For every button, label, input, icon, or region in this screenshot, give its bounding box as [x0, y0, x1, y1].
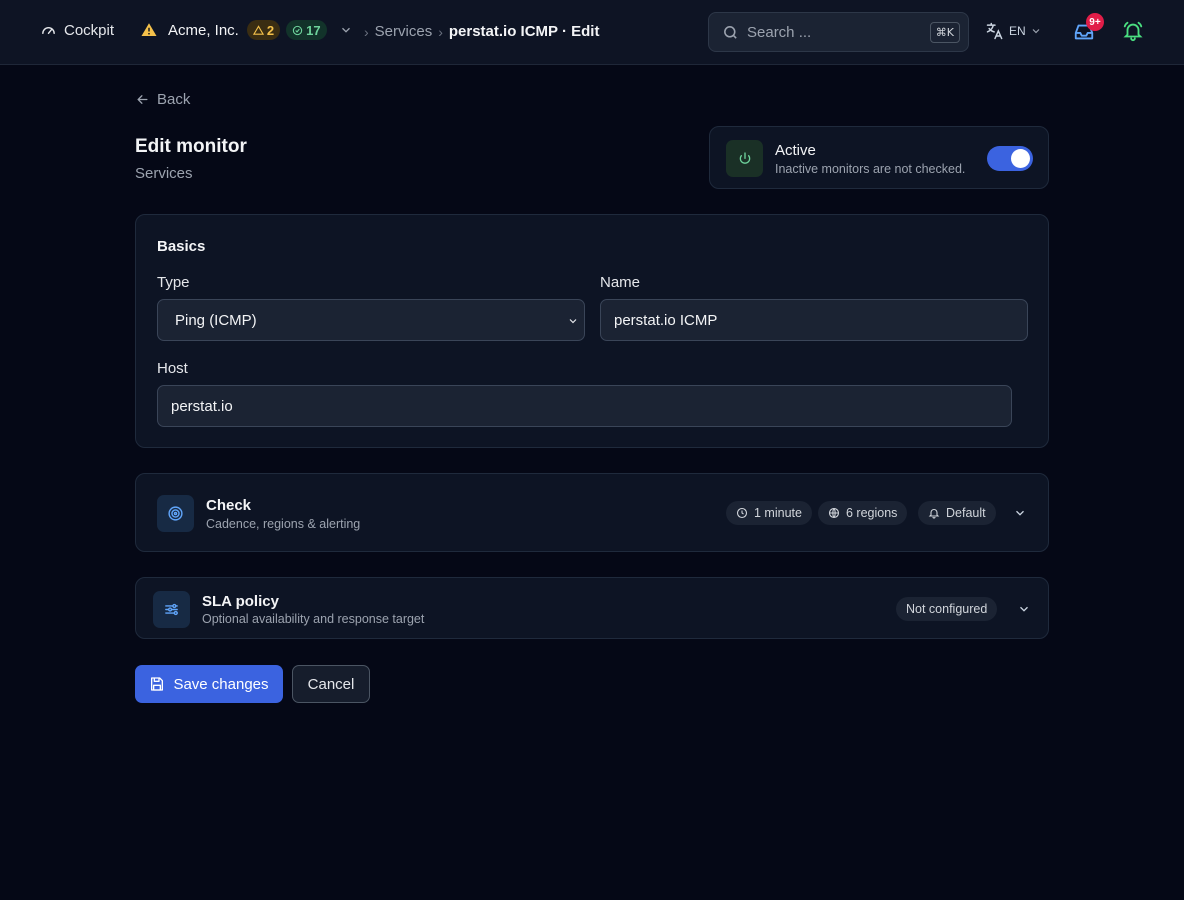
host-input[interactable]: perstat.io: [157, 385, 1012, 427]
top-bar: Cockpit Acme, Inc. 2 17 › Services › per…: [0, 0, 1184, 65]
chevron-down-icon[interactable]: [1013, 506, 1027, 520]
page-subtitle: Services: [135, 165, 193, 182]
sla-section[interactable]: SLA policy Optional availability and res…: [135, 577, 1049, 639]
ok-count-badge: 17: [286, 20, 327, 40]
ok-count: 17: [306, 22, 321, 38]
alert-triangle-icon: [252, 24, 264, 35]
name-input[interactable]: perstat.io ICMP: [600, 299, 1028, 341]
inbox-badge: 9+: [1086, 13, 1104, 31]
check-icon-box: [157, 495, 194, 532]
search-shortcut: ⌘K: [929, 22, 960, 43]
arrow-left-icon: [137, 95, 148, 104]
globe-icon: [828, 507, 840, 519]
sliders-icon: [165, 603, 178, 616]
org-name: Acme, Inc.: [168, 21, 239, 39]
name-label: Name: [600, 274, 641, 291]
translate-icon: [986, 22, 1003, 40]
cancel-button[interactable]: Cancel: [292, 665, 370, 703]
host-input-value: perstat.io: [171, 397, 233, 415]
search-placeholder: Search ...: [747, 23, 812, 41]
interval-chip: 1 minute: [726, 501, 812, 525]
cancel-label: Cancel: [307, 675, 355, 693]
chevron-down-icon: [569, 319, 577, 324]
chevron-down-icon[interactable]: [1017, 602, 1031, 616]
brand-name: Cockpit: [64, 22, 115, 39]
radar-icon: [168, 506, 183, 521]
sla-icon-box: [153, 591, 190, 628]
bell-icon: [928, 509, 940, 519]
back-link[interactable]: Back: [135, 91, 190, 108]
language-code: EN: [1009, 24, 1026, 38]
chevron-down-icon: [1032, 29, 1040, 34]
search-icon: [724, 25, 737, 39]
active-toggle-switch[interactable]: [987, 146, 1033, 171]
chevron-down-icon: [341, 27, 350, 33]
sla-title: SLA policy: [202, 593, 279, 610]
type-select-value: Ping (ICMP): [175, 311, 257, 329]
alerting-value: Default: [946, 506, 986, 520]
regions-chip: 6 regions: [818, 501, 908, 525]
clock-icon: [736, 507, 748, 519]
save-icon: [151, 677, 164, 691]
check-circle-icon: [292, 25, 303, 35]
org-switcher[interactable]: Acme, Inc. 2 17: [140, 20, 353, 40]
active-status-card: Active Inactive monitors are not checked…: [709, 126, 1049, 189]
basics-section: Basics Type Ping (ICMP) Name perstat.io …: [135, 214, 1049, 448]
active-description: Inactive monitors are not checked.: [775, 162, 966, 176]
active-title: Active: [775, 142, 816, 159]
type-select[interactable]: Ping (ICMP): [157, 299, 585, 341]
page-title: Edit monitor: [135, 136, 247, 157]
sla-description: Optional availability and response targe…: [202, 612, 425, 626]
regions-value: 6 regions: [846, 506, 898, 520]
power-icon-box: [726, 140, 763, 177]
save-label: Save changes: [173, 675, 269, 693]
search-box[interactable]: Search ... ⌘K: [708, 12, 969, 52]
interval-value: 1 minute: [754, 506, 802, 520]
check-title: Check: [206, 497, 252, 514]
check-description: Cadence, regions & alerting: [206, 517, 361, 531]
name-input-value: perstat.io ICMP: [614, 311, 718, 329]
gauge-icon: [42, 27, 55, 35]
warning-count: 2: [266, 22, 275, 38]
breadcrumb-services-link[interactable]: Services: [375, 23, 433, 40]
check-section[interactable]: Check Cadence, regions & alerting 1 minu…: [135, 473, 1049, 552]
basics-title: Basics: [157, 238, 206, 255]
breadcrumb: › Services › perstat.io ICMP · Edit: [364, 23, 599, 40]
back-label: Back: [157, 91, 191, 108]
brand-link[interactable]: Cockpit: [40, 22, 114, 39]
host-label: Host: [157, 360, 188, 377]
breadcrumb-separator: ›: [438, 23, 443, 40]
power-icon: [739, 151, 750, 164]
breadcrumb-separator: ›: [364, 23, 369, 40]
sla-status-chip: Not configured: [896, 597, 998, 621]
warning-icon: [141, 23, 157, 36]
alerting-chip: Default: [918, 501, 996, 525]
sla-status: Not configured: [906, 602, 988, 616]
language-selector[interactable]: EN: [985, 21, 1042, 41]
type-label: Type: [157, 274, 190, 291]
warning-count-badge: 2: [246, 20, 281, 40]
toggle-knob: [1011, 149, 1030, 168]
save-changes-button[interactable]: Save changes: [135, 665, 283, 703]
breadcrumb-current: perstat.io ICMP · Edit: [448, 23, 600, 40]
bell-icon[interactable]: [1122, 20, 1144, 42]
